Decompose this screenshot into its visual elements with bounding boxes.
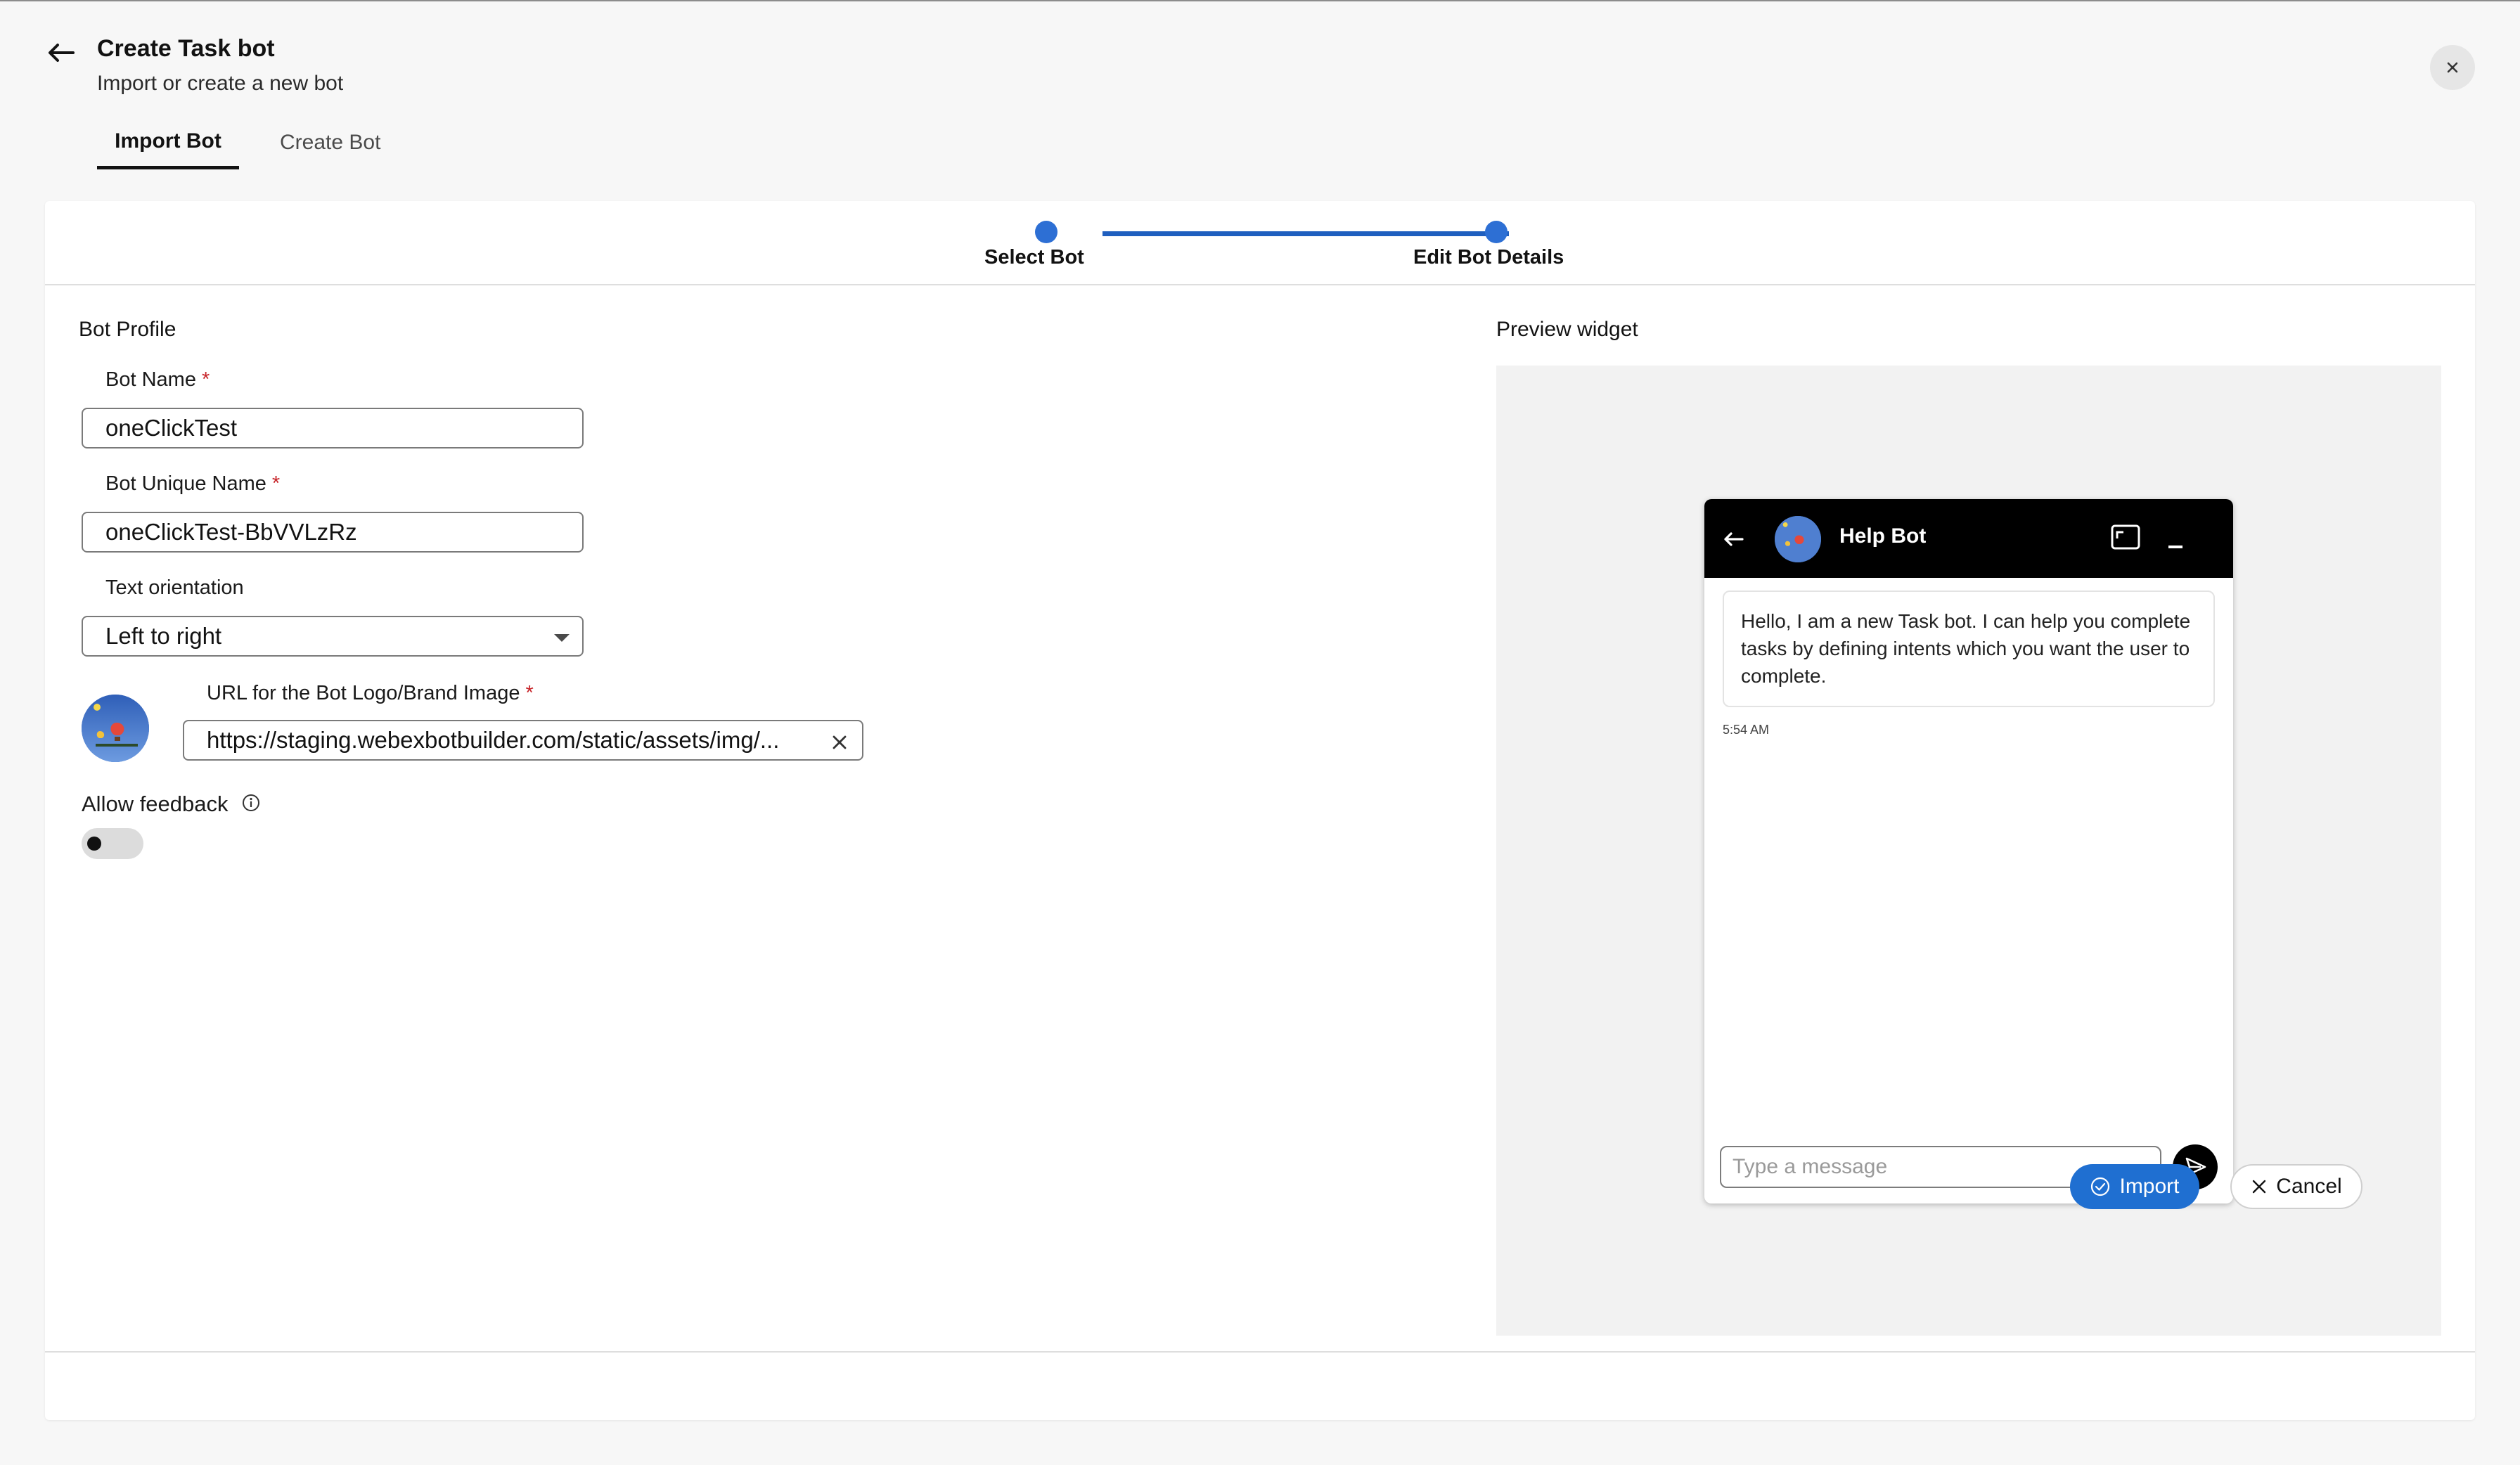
tab-import-bot[interactable]: Import Bot (97, 129, 239, 169)
close-icon (2447, 62, 2458, 73)
bot-logo-avatar (82, 695, 149, 762)
stepper-progress-line (1102, 231, 1509, 236)
chat-widget: Help Bot Hello, I am a new Task bot. I c… (1704, 499, 2233, 1203)
step-label-select-bot: Select Bot (984, 246, 1084, 269)
tab-create-bot[interactable]: Create Bot (280, 131, 380, 155)
bot-name-input[interactable]: oneClickTest (82, 408, 584, 448)
text-orientation-value: Left to right (105, 623, 222, 649)
page-title: Create Task bot (97, 35, 275, 62)
clear-icon[interactable] (830, 731, 849, 751)
back-arrow-icon[interactable] (44, 35, 79, 70)
import-button-label: Import (2119, 1175, 2180, 1198)
logo-url-label: URL for the Bot Logo/Brand Image * (207, 682, 534, 704)
required-mark: * (525, 682, 534, 704)
page-subtitle: Import or create a new bot (97, 72, 344, 95)
close-icon (2253, 1180, 2266, 1194)
required-mark: * (201, 368, 210, 391)
bot-unique-name-label: Bot Unique Name * (105, 472, 281, 495)
logo-url-value: https://staging.webexbotbuilder.com/stat… (207, 727, 780, 753)
chevron-down-icon (554, 634, 570, 642)
preview-widget-heading: Preview widget (1496, 318, 1638, 341)
bot-message-bubble: Hello, I am a new Task bot. I can help y… (1723, 590, 2215, 707)
info-icon[interactable] (241, 793, 261, 818)
stepper-divider (45, 284, 2475, 285)
main-card: Select Bot Edit Bot Details Bot Profile … (45, 201, 2475, 1420)
required-mark: * (271, 472, 281, 495)
step-dot-select-bot (1035, 221, 1058, 243)
footer-divider (45, 1351, 2475, 1353)
cancel-button[interactable]: Cancel (2230, 1164, 2362, 1209)
bot-avatar (1775, 516, 1821, 562)
bot-unique-name-input[interactable]: oneClickTest-BbVVLzRz (82, 512, 584, 553)
text-orientation-select[interactable]: Left to right (82, 616, 584, 657)
close-button[interactable] (2430, 45, 2475, 90)
minimize-icon[interactable] (2168, 546, 2182, 548)
check-circle-icon (2091, 1177, 2110, 1196)
bot-name-label: Bot Name * (105, 368, 210, 391)
page-header: Create Task bot Import or create a new b… (0, 1, 2520, 200)
chat-widget-title: Help Bot (1839, 524, 1927, 548)
allow-feedback-toggle[interactable] (82, 828, 143, 859)
text-orientation-label: Text orientation (105, 576, 244, 599)
step-dot-edit-details (1485, 221, 1508, 243)
step-label-edit-details: Edit Bot Details (1413, 246, 1564, 269)
message-timestamp: 5:54 AM (1723, 723, 1770, 737)
toggle-knob (87, 837, 101, 851)
chat-widget-header: Help Bot (1704, 499, 2233, 578)
allow-feedback-label: Allow feedback (82, 792, 261, 818)
import-button[interactable]: Import (2070, 1164, 2199, 1209)
expand-icon[interactable] (2111, 524, 2140, 550)
back-arrow-icon[interactable] (1720, 526, 1747, 553)
cancel-button-label: Cancel (2276, 1175, 2342, 1198)
logo-url-input[interactable]: https://staging.webexbotbuilder.com/stat… (183, 720, 863, 761)
bot-profile-heading: Bot Profile (79, 318, 176, 341)
